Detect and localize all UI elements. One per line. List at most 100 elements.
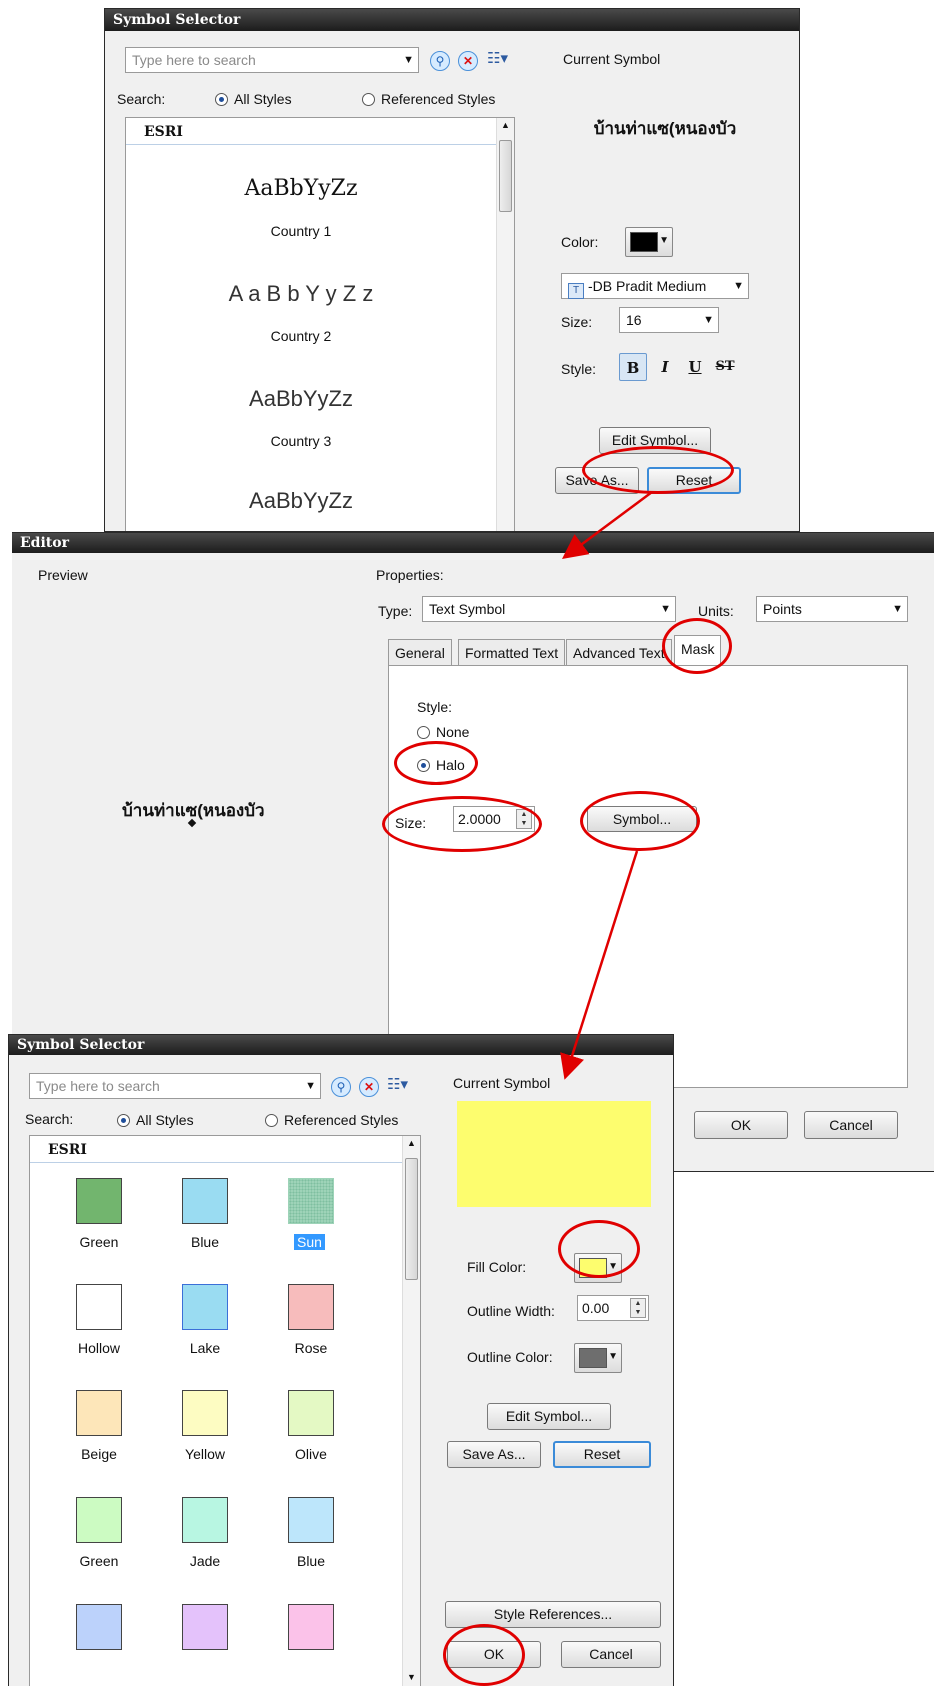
edit-symbol-button[interactable]: Edit Symbol... [487, 1403, 611, 1430]
clear-search-icon[interactable]: ✕ [458, 51, 478, 71]
scroll-up-icon[interactable]: ▲ [497, 120, 514, 130]
color-chip [630, 232, 658, 252]
swatch-preview[interactable] [288, 1178, 334, 1224]
chevron-down-icon: ▼ [703, 314, 714, 326]
swatch-label[interactable]: Green [49, 1553, 149, 1569]
chevron-down-icon: ▼ [659, 235, 669, 246]
swatch-label[interactable]: Yellow [155, 1446, 255, 1462]
scroll-thumb[interactable] [405, 1158, 418, 1280]
swatch-preview[interactable] [288, 1284, 334, 1330]
list-item-label[interactable]: Country 2 [186, 328, 416, 344]
size-select[interactable]: 16 ▼ [619, 307, 719, 333]
list-item-preview[interactable]: AaBbYyZz [186, 176, 416, 201]
search-icon[interactable]: ⚲ [430, 51, 450, 71]
ok-button[interactable]: OK [694, 1111, 788, 1139]
list-item-label[interactable]: Country 3 [186, 433, 416, 449]
list-item-preview[interactable]: AaBbYyZz [186, 488, 416, 514]
current-symbol-preview [457, 1101, 651, 1207]
outline-color-label: Outline Color: [467, 1349, 553, 1365]
save-as-button[interactable]: Save As... [447, 1441, 541, 1468]
symbol-list[interactable]: ESRI AaBbYyZz Country 1 A a B b Y y Z z … [125, 117, 515, 531]
cancel-button[interactable]: Cancel [561, 1641, 661, 1668]
swatch-preview[interactable] [288, 1604, 334, 1650]
swatch-preview[interactable] [76, 1178, 122, 1224]
window-title: Editor [12, 533, 934, 553]
current-symbol-label: Current Symbol [563, 51, 661, 67]
font-select[interactable]: T -DB Pradit Medium ▼ [561, 273, 749, 299]
symbol-list[interactable]: ESRI Green Blue Sun Hollow Lake Rose Beige Yell… [29, 1135, 421, 1686]
search-input[interactable]: Type here to search ▼ [125, 47, 419, 73]
outline-width-stepper[interactable]: ▲ ▼ [630, 1298, 646, 1318]
chevron-down-icon[interactable]: ▼ [403, 48, 414, 72]
radio-all-styles[interactable]: All Styles [215, 91, 292, 107]
swatch-label[interactable]: Rose [261, 1340, 361, 1356]
swatch-label[interactable]: Olive [261, 1446, 361, 1462]
scrollbar[interactable]: ▲ ▼ [402, 1136, 420, 1686]
swatch-preview[interactable] [76, 1284, 122, 1330]
cancel-button[interactable]: Cancel [804, 1111, 898, 1139]
search-icon[interactable]: ⚲ [331, 1077, 351, 1097]
scroll-thumb[interactable] [499, 140, 512, 212]
stepper-down-icon[interactable]: ▼ [631, 1308, 645, 1317]
swatch-preview[interactable] [76, 1604, 122, 1650]
tab-formatted-text[interactable]: Formatted Text [458, 639, 566, 665]
units-select[interactable]: Points ▼ [756, 596, 908, 622]
style-label: Style: [561, 361, 597, 377]
swatch-label[interactable]: Blue [261, 1553, 361, 1569]
underline-button[interactable]: U [681, 353, 709, 381]
current-symbol-label: Current Symbol [453, 1075, 551, 1091]
window-title: Symbol Selector [105, 9, 799, 31]
swatch-preview[interactable] [76, 1390, 122, 1436]
list-item-preview[interactable]: A a B b Y y Z z [166, 281, 436, 307]
swatch-label[interactable]: Lake [155, 1340, 255, 1356]
annotation-oval-fill-color [558, 1220, 640, 1278]
swatch-label[interactable]: Jade [155, 1553, 255, 1569]
swatch-preview[interactable] [182, 1284, 228, 1330]
annotation-oval-size [382, 796, 542, 852]
annotation-oval-symbol-button [580, 791, 700, 851]
swatch-preview[interactable] [76, 1497, 122, 1543]
strikethrough-button[interactable]: ST [711, 353, 739, 381]
stepper-up-icon[interactable]: ▲ [631, 1299, 645, 1308]
swatch-label[interactable]: Sun [294, 1234, 325, 1250]
units-label: Units: [698, 603, 734, 619]
swatch-label[interactable]: Beige [49, 1446, 149, 1462]
color-label: Color: [561, 234, 599, 250]
search-label: Search: [117, 91, 166, 107]
annotation-oval-halo [394, 741, 478, 785]
scroll-down-icon[interactable]: ▼ [403, 1672, 420, 1682]
bold-button[interactable]: B [619, 353, 647, 381]
view-options-icon[interactable]: ☷▾ [487, 49, 508, 67]
chevron-down-icon[interactable]: ▼ [305, 1074, 316, 1098]
outline-width-field[interactable]: 0.00 ▲ ▼ [577, 1295, 649, 1321]
italic-button[interactable]: I [651, 353, 679, 381]
list-item-preview[interactable]: AaBbYyZz [186, 386, 416, 412]
swatch-label[interactable]: Green [49, 1234, 149, 1250]
radio-all-styles[interactable]: All Styles [117, 1112, 194, 1128]
swatch-label[interactable]: Hollow [49, 1340, 149, 1356]
swatch-preview[interactable] [182, 1604, 228, 1650]
swatch-preview[interactable] [288, 1497, 334, 1543]
type-select[interactable]: Text Symbol ▼ [422, 596, 676, 622]
radio-none[interactable]: None [417, 724, 469, 740]
reset-button[interactable]: Reset [553, 1441, 651, 1468]
tab-advanced-text[interactable]: Advanced Text [566, 639, 672, 665]
clear-search-icon[interactable]: ✕ [359, 1077, 379, 1097]
outline-color-button[interactable]: ▼ [574, 1343, 622, 1373]
list-item-label[interactable]: Country 1 [186, 223, 416, 239]
swatch-label[interactable]: Blue [155, 1234, 255, 1250]
scroll-up-icon[interactable]: ▲ [403, 1138, 420, 1148]
view-options-icon[interactable]: ☷▾ [387, 1075, 408, 1093]
radio-referenced-styles[interactable]: Referenced Styles [265, 1112, 398, 1128]
swatch-preview[interactable] [182, 1390, 228, 1436]
scrollbar[interactable]: ▲ [496, 118, 514, 531]
preview-label: Preview [38, 567, 88, 583]
tab-general[interactable]: General [388, 639, 452, 665]
search-input[interactable]: Type here to search ▼ [29, 1073, 321, 1099]
swatch-preview[interactable] [288, 1390, 334, 1436]
color-button[interactable]: ▼ [625, 227, 673, 257]
swatch-preview[interactable] [182, 1178, 228, 1224]
swatch-preview[interactable] [182, 1497, 228, 1543]
radio-referenced-styles[interactable]: Referenced Styles [362, 91, 495, 107]
annotation-oval-ok [443, 1624, 525, 1686]
